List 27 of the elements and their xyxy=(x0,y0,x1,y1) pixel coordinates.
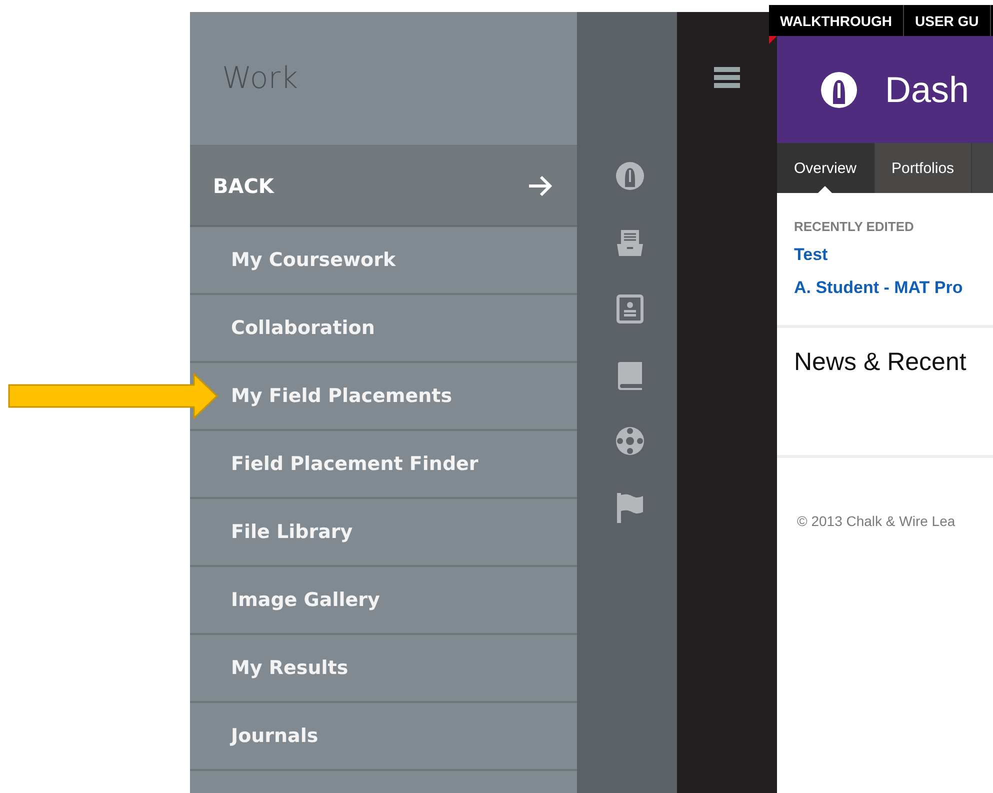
menu-item[interactable]: Field Placement Finder xyxy=(231,453,478,475)
flag-icon[interactable] xyxy=(614,492,644,524)
copyright-text: © 2013 Chalk & Wire Lea xyxy=(797,513,956,529)
recent-link[interactable]: A. Student - MAT Pro xyxy=(794,278,963,298)
menu-icon[interactable] xyxy=(714,67,740,88)
menu-item[interactable]: Image Gallery xyxy=(231,589,380,611)
tab[interactable]: Portfolios xyxy=(874,143,972,193)
gauge-icon xyxy=(819,70,859,110)
inbox-icon[interactable] xyxy=(614,228,644,258)
contact-card-icon[interactable] xyxy=(616,294,644,324)
menu-title: Work xyxy=(222,61,298,96)
arrow-right-icon xyxy=(527,174,553,196)
page-title: Dash xyxy=(885,68,970,110)
menu-item[interactable]: My Field Placements xyxy=(231,385,452,407)
section-heading: RECENTLY EDITED xyxy=(794,219,915,234)
menu-item[interactable]: My Results xyxy=(231,657,348,679)
menu-item[interactable]: Collaboration xyxy=(231,317,375,339)
gauge-icon[interactable] xyxy=(614,160,646,192)
recent-link[interactable]: Test xyxy=(794,245,828,265)
tab[interactable]: Overview xyxy=(777,143,875,193)
reel-icon[interactable] xyxy=(614,426,644,456)
section-heading: News & Recent xyxy=(794,348,966,376)
book-icon[interactable] xyxy=(616,360,644,390)
back-button[interactable]: BACK xyxy=(190,146,577,227)
menu-item[interactable]: Journals xyxy=(231,725,318,747)
menu-item[interactable]: File Library xyxy=(231,521,353,543)
menu-item[interactable]: My Coursework xyxy=(231,249,396,271)
